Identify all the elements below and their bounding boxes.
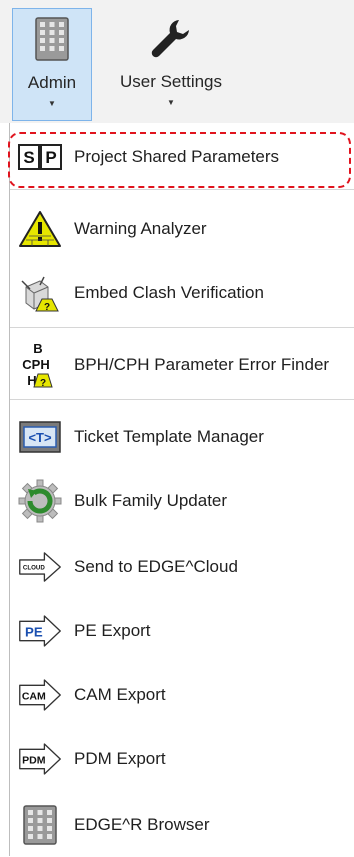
pe-text: PE [25,624,43,639]
svg-text:?: ? [44,302,50,313]
user-settings-button[interactable]: User Settings ▼ [106,8,236,121]
menu-item-label: CAM Export [74,685,166,704]
pdm-arrow-icon: PDM [18,739,62,779]
menu-separator [10,327,354,328]
cloud-text: CLOUD [23,565,45,572]
menu-item-bph-cph-parameter-error-finder[interactable]: B CPH H ? BPH/CPH Parameter Error Finder [10,333,354,397]
ticket-text: <T> [28,430,52,445]
warning-triangle-icon [18,209,62,249]
menu-item-embed-clash-verification[interactable]: ? Embed Clash Verification [10,261,354,325]
highlight-dashed-outline [8,132,351,188]
pe-arrow-icon: PE [18,611,62,651]
edge-browser-icon [18,805,62,845]
pdm-text: PDM [22,754,46,766]
menu-item-label: Ticket Template Manager [74,427,264,446]
gear-refresh-icon [18,479,62,523]
menu-item-edge-r-browser[interactable]: EDGE^R Browser [10,793,354,857]
menu-item-label: Bulk Family Updater [74,491,228,510]
menu-item-label: Send to EDGE^Cloud [74,557,238,576]
admin-grid-icon [30,17,74,61]
admin-dropdown-menu: S P Project Shared Parameters Warning An… [9,123,354,856]
bph-cph-icon: B CPH H ? [18,341,62,389]
menu-separator [10,399,354,400]
menu-item-bulk-family-updater[interactable]: Bulk Family Updater [10,469,354,533]
admin-button[interactable]: Admin ▼ [12,8,92,121]
chevron-down-icon: ▼ [48,99,56,108]
ribbon-bar: Admin ▼ User Settings ▼ [0,0,354,123]
menu-item-cam-export[interactable]: CAM CAM Export [10,663,354,727]
menu-item-label: PE Export [74,621,151,640]
menu-separator [10,189,354,190]
menu-item-label: PDM Export [74,749,166,768]
menu-item-send-to-edge-cloud[interactable]: CLOUD Send to EDGE^Cloud [10,535,354,599]
wrench-icon [149,16,193,60]
menu-item-label: Embed Clash Verification [74,283,264,302]
menu-item-label: EDGE^R Browser [74,815,210,834]
cloud-arrow-icon: CLOUD [18,547,62,587]
menu-item-label: BPH/CPH Parameter Error Finder [74,355,330,374]
clash-verification-icon: ? [18,273,62,313]
bph-b-text: B [33,341,42,356]
bph-q-text: ? [40,378,46,389]
cam-text: CAM [22,690,46,702]
admin-label: Admin [27,73,77,92]
chevron-down-icon: ▼ [167,98,175,107]
bph-cph-text: CPH [22,357,49,372]
user-settings-label: User Settings [119,72,223,91]
menu-item-ticket-template-manager[interactable]: <T> Ticket Template Manager [10,405,354,469]
menu-item-label: Warning Analyzer [74,219,207,238]
menu-item-warning-analyzer[interactable]: Warning Analyzer [10,197,354,261]
cam-arrow-icon: CAM [18,675,62,715]
menu-item-pdm-export[interactable]: PDM PDM Export [10,727,354,791]
menu-item-pe-export[interactable]: PE PE Export [10,599,354,663]
ticket-template-icon: <T> [18,417,62,457]
